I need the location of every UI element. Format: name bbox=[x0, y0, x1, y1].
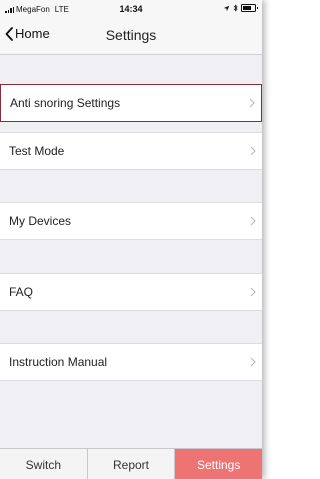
chevron-right-icon bbox=[250, 357, 256, 367]
settings-item-my-devices[interactable]: My Devices bbox=[0, 202, 262, 240]
settings-item-label: Instruction Manual bbox=[9, 355, 108, 369]
page-title: Settings bbox=[105, 27, 157, 43]
settings-item-label: Test Mode bbox=[9, 144, 65, 158]
tab-report[interactable]: Report bbox=[88, 449, 176, 479]
settings-item-instruction-manual[interactable]: Instruction Manual bbox=[0, 343, 262, 381]
settings-item-label: My Devices bbox=[9, 214, 72, 228]
tab-switch[interactable]: Switch bbox=[0, 449, 88, 479]
chevron-right-icon bbox=[250, 216, 256, 226]
chevron-right-icon bbox=[250, 146, 256, 156]
navigation-bar: Home Settings bbox=[0, 18, 262, 55]
phone-screen: MegaFon LTE 14:34 Home Settings Anti sno… bbox=[0, 0, 262, 479]
location-icon bbox=[223, 5, 230, 11]
settings-item-label: Anti snoring Settings bbox=[10, 96, 121, 110]
settings-item-test-mode[interactable]: Test Mode bbox=[0, 132, 262, 170]
status-right bbox=[223, 4, 258, 12]
bluetooth-icon bbox=[233, 4, 238, 12]
chevron-right-icon bbox=[250, 287, 256, 297]
status-bar: MegaFon LTE 14:34 bbox=[0, 0, 262, 18]
settings-item-faq[interactable]: FAQ bbox=[0, 273, 262, 311]
chevron-right-icon bbox=[249, 98, 255, 108]
battery-icon bbox=[241, 4, 258, 12]
settings-item-anti-snoring[interactable]: Anti snoring Settings bbox=[0, 84, 262, 122]
settings-item-label: FAQ bbox=[9, 285, 34, 299]
tab-settings[interactable]: Settings bbox=[175, 449, 262, 479]
tab-bar: Switch Report Settings bbox=[0, 448, 262, 479]
